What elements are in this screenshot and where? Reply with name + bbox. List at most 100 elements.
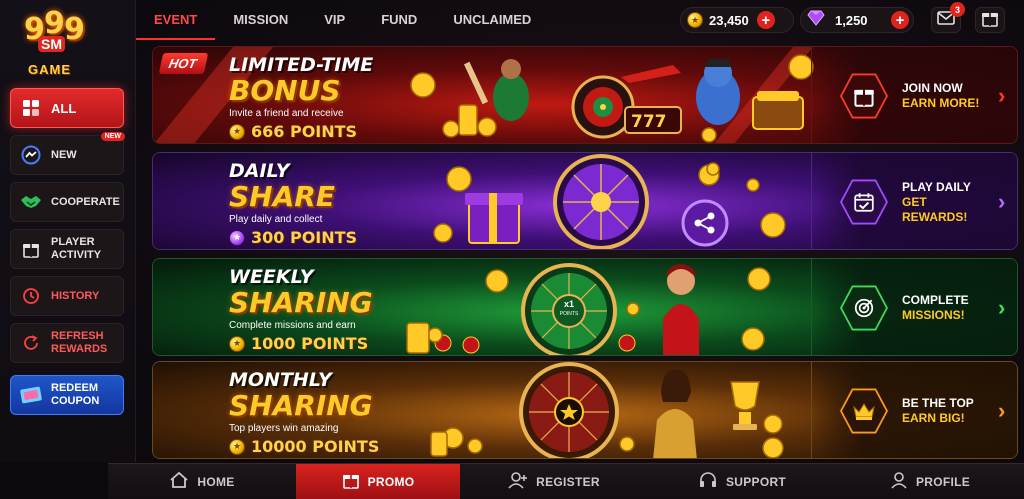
sidebar-item-label: COOPERATE — [51, 195, 120, 208]
tab-unclaimed[interactable]: UNCLAIMED — [435, 0, 549, 40]
banner-title-line2: SHARING — [229, 286, 373, 319]
cta-line2: GET REWARDS! — [902, 194, 968, 224]
promo-banner-weekly-sharing[interactable]: x1 POINTS WEEKLY SHARING Complete missio… — [152, 258, 1018, 356]
star-coin-icon: ★ — [229, 438, 245, 455]
banner-cta[interactable]: BE THE TOP EARN BIG! › — [811, 362, 1017, 458]
add-coins-button[interactable]: + — [756, 11, 775, 29]
gem-icon — [807, 10, 825, 31]
add-gems-button[interactable]: + — [891, 11, 909, 29]
sidebar-item-new[interactable]: NEW NEW — [10, 132, 125, 175]
mail-count-badge: 3 — [950, 2, 965, 17]
banner-points: 300 POINTS — [251, 228, 358, 247]
cta-line2: MISSIONS! — [902, 308, 965, 322]
banner-title-line1: MONTHLY — [229, 369, 332, 391]
logo-digit: 9 — [64, 12, 85, 47]
wheel-subtitle: POINTS — [559, 311, 579, 317]
target-icon — [840, 285, 888, 331]
cta-line1: COMPLETE — [902, 293, 969, 307]
banner-title-line1: LIMITED-TIME — [229, 54, 374, 76]
banner-title-line1: DAILY — [229, 160, 290, 182]
sidebar-item-history[interactable]: HISTORY — [10, 276, 124, 316]
banner-subtitle: Top players win amazing — [229, 423, 339, 434]
promo-banner-limited-bonus[interactable]: 777 HOT LIMITED-TIME BONUS Invite a frie… — [152, 46, 1018, 144]
nav-support[interactable]: SUPPORT — [648, 464, 836, 499]
nav-label: SUPPORT — [725, 474, 787, 489]
sidebar-item-all[interactable]: ALL — [10, 88, 124, 128]
sidebar-item-cooperate[interactable]: COOPERATE — [10, 182, 124, 222]
chevron-right-icon: › — [998, 189, 1006, 214]
sidebar-item-label: HISTORY — [51, 289, 100, 302]
sidebar-item-redeem-coupon[interactable]: REDEEM COUPON — [10, 375, 124, 415]
svg-text:777: 777 — [631, 112, 667, 132]
grid-icon — [11, 99, 51, 117]
nav-label: REGISTER — [536, 474, 600, 489]
sidebar-item-label: REDEEM COUPON — [51, 382, 100, 407]
nav-promo[interactable]: PROMO — [296, 464, 460, 499]
logo[interactable]: 9 9 9 SM GAME — [20, 6, 92, 80]
banner-title-line2: SHARE — [229, 180, 335, 213]
tab-fund[interactable]: FUND — [363, 0, 435, 40]
star-coin-icon: ★ — [229, 229, 245, 246]
banner-copy: LIMITED-TIME BONUS Invite a friend and r… — [229, 55, 429, 141]
cta-line1: BE THE TOP — [902, 396, 974, 410]
gift-icon — [840, 73, 888, 119]
promo-banner-daily-share[interactable]: DAILY SHARE Play daily and collect ★ 300 … — [152, 152, 1018, 250]
nav-profile[interactable]: PROFILE — [836, 464, 1024, 499]
hot-badge: HOT — [158, 53, 209, 74]
banner-cta[interactable]: JOIN NOW EARN MORE! › — [811, 47, 1017, 143]
sidebar-item-label: ALL — [51, 100, 77, 116]
gem-balance: 1,250 + — [800, 7, 914, 33]
gift-icon — [11, 240, 51, 258]
tab-mission[interactable]: MISSION — [215, 0, 306, 40]
bottom-nav: HOME PROMO REGISTER SUPPORT PROFILE — [108, 463, 1024, 499]
banner-title-line1: WEEKLY — [229, 266, 314, 288]
sidebar-item-label: REFRESH REWARDS — [51, 330, 108, 355]
gift-button[interactable] — [975, 7, 1005, 33]
wheel-multiplier: x1 — [563, 299, 574, 309]
banner-title-line2: BONUS — [229, 74, 341, 107]
banner-copy: WEEKLY SHARING Complete missions and ear… — [229, 267, 429, 353]
chevron-right-icon: › — [998, 398, 1006, 423]
headset-icon — [698, 471, 718, 492]
nav-label: PROFILE — [915, 474, 971, 489]
chevron-right-icon: › — [998, 295, 1006, 320]
sidebar-item-label: PLAYER ACTIVITY — [51, 236, 102, 261]
banner-cta[interactable]: COMPLETE MISSIONS! › — [811, 259, 1017, 355]
nav-home[interactable]: HOME — [108, 464, 296, 499]
cta-line2: EARN BIG! — [902, 411, 965, 425]
logo-mark: SM — [38, 36, 65, 52]
banner-points: 666 POINTS — [251, 122, 358, 141]
mail-button[interactable]: 3 — [931, 2, 965, 33]
new-badge: NEW — [100, 132, 125, 141]
nav-label: PROMO — [367, 474, 415, 489]
nav-register[interactable]: REGISTER — [460, 464, 648, 499]
crown-icon — [840, 388, 888, 434]
promo-banner-monthly-sharing[interactable]: MONTHLY SHARING Top players win amazing … — [152, 361, 1018, 459]
sidebar-item-label: NEW — [51, 148, 77, 161]
star-coin-icon: ★ — [229, 335, 245, 352]
tab-vip[interactable]: VIP — [306, 0, 363, 40]
history-icon — [11, 287, 51, 305]
handshake-icon — [11, 194, 51, 210]
promo-screen: 9 9 9 SM GAME ALL NEW NEW COOPERATE PLAY… — [0, 0, 1024, 499]
gift-icon — [342, 471, 360, 492]
banner-cta[interactable]: PLAY DAILY GET REWARDS! › — [811, 153, 1017, 249]
tab-event[interactable]: EVENT — [136, 0, 216, 40]
coin-icon: ★ — [687, 12, 703, 28]
coin-balance: ★ 23,450 + — [680, 7, 794, 33]
sidebar-item-player-activity[interactable]: PLAYER ACTIVITY — [10, 229, 124, 269]
refresh-icon — [11, 334, 51, 352]
banner-copy: DAILY SHARE Play daily and collect ★ 300 … — [229, 161, 429, 247]
cta-line1: PLAY DAILY — [902, 179, 971, 194]
banner-title-line2: SHARING — [229, 389, 373, 422]
calendar-check-icon — [840, 179, 888, 225]
chevron-right-icon: › — [998, 83, 1006, 108]
sidebar-item-refresh-rewards[interactable]: REFRESH REWARDS — [10, 323, 124, 363]
banner-points: 10000 POINTS — [251, 437, 380, 456]
gem-amount: 1,250 — [835, 12, 868, 28]
banner-copy: MONTHLY SHARING Top players win amazing … — [229, 370, 429, 456]
banner-subtitle: Complete missions and earn — [229, 320, 356, 331]
sidebar: 9 9 9 SM GAME ALL NEW NEW COOPERATE PLAY… — [0, 0, 136, 462]
coin-amount: 23,450 — [709, 12, 749, 28]
gift-icon — [981, 9, 999, 32]
